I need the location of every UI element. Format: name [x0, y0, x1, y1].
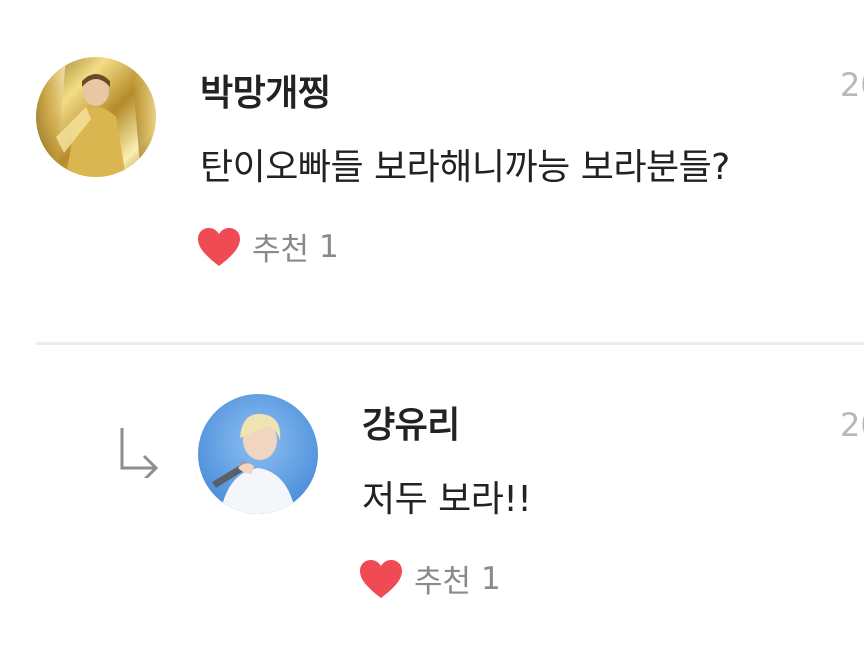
divider — [36, 342, 864, 345]
avatar-image — [198, 394, 318, 514]
like-button[interactable]: 추천 1 — [358, 556, 501, 601]
reply-comment-item: 걍유리 저두 보라!! 20 추천 1 — [0, 346, 864, 648]
like-button[interactable]: 추천 1 — [196, 224, 339, 269]
comment-date: 20 — [840, 406, 864, 444]
like-count: 1 — [481, 560, 501, 597]
comment-author[interactable]: 걍유리 — [362, 396, 460, 448]
avatar[interactable] — [36, 57, 156, 177]
heart-icon — [360, 559, 402, 598]
heart-icon — [198, 227, 240, 266]
comment-text: 저두 보라!! — [362, 479, 532, 520]
comment-author[interactable]: 박망개찡 — [200, 64, 331, 116]
comment-thread: 박망개찡 탄이오빠들 보라해니까능 보라분들? 20 추천 1 — [0, 0, 864, 648]
comment-date: 20 — [840, 66, 864, 104]
comment-text: 탄이오빠들 보라해니까능 보라분들? — [200, 147, 730, 188]
avatar[interactable] — [198, 394, 318, 514]
avatar-image — [36, 57, 156, 177]
like-count: 1 — [319, 228, 339, 265]
like-label: 추천 — [414, 564, 472, 600]
like-label: 추천 — [252, 232, 310, 268]
comment-item: 박망개찡 탄이오빠들 보라해니까능 보라분들? 20 추천 1 — [0, 0, 864, 340]
